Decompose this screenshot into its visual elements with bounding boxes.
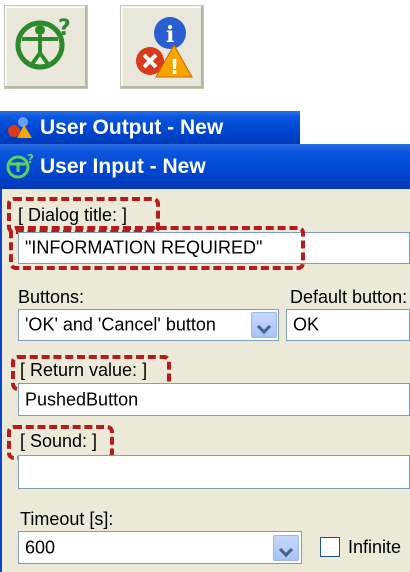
svg-text:?: ? bbox=[27, 152, 34, 166]
buttons-dropdown-button[interactable] bbox=[251, 312, 277, 338]
user-output-small-icon bbox=[8, 117, 32, 138]
user-input-tool-button[interactable]: ? bbox=[4, 5, 88, 89]
buttons-select-value: 'OK' and 'Cancel' button bbox=[25, 314, 216, 335]
default-button-value: OK bbox=[293, 314, 320, 335]
user-output-title: User Output - New bbox=[40, 115, 224, 139]
user-output-titlebar[interactable]: User Output - New bbox=[0, 111, 300, 144]
user-input-titlebar[interactable]: ? User Input - New bbox=[0, 144, 410, 189]
svg-text:i: i bbox=[166, 22, 174, 48]
svg-text:!: ! bbox=[170, 55, 179, 79]
user-input-small-icon: ? bbox=[6, 152, 34, 179]
timeout-select[interactable]: 600 bbox=[18, 531, 302, 564]
return-value-input[interactable]: PushedButton bbox=[18, 383, 410, 416]
return-value-value: PushedButton bbox=[25, 389, 139, 409]
sound-input[interactable] bbox=[18, 455, 410, 489]
return-value-label: [ Return value: ] bbox=[20, 360, 148, 380]
buttons-label: Buttons: bbox=[18, 287, 85, 307]
dialog-title-label: [ Dialog title: ] bbox=[18, 205, 128, 225]
sound-label: [ Sound: ] bbox=[20, 431, 98, 451]
svg-text:?: ? bbox=[58, 16, 71, 41]
user-output-tool-button[interactable]: i ! bbox=[120, 5, 204, 89]
timeout-value: 600 bbox=[25, 537, 56, 557]
infinite-checkbox[interactable] bbox=[320, 537, 340, 557]
default-button-label: Default button: bbox=[290, 287, 408, 307]
user-input-title: User Input - New bbox=[40, 154, 206, 178]
infinite-label[interactable]: Infinite bbox=[348, 537, 401, 558]
buttons-select[interactable]: 'OK' and 'Cancel' button bbox=[18, 309, 279, 341]
default-button-input[interactable]: OK bbox=[286, 309, 410, 341]
timeout-label: Timeout [s]: bbox=[20, 509, 114, 529]
user-output-info-warning-icon: i ! bbox=[136, 17, 193, 79]
dialog-title-value-highlight bbox=[9, 226, 305, 270]
timeout-dropdown-button[interactable] bbox=[273, 535, 299, 561]
user-input-help-icon: ? bbox=[15, 16, 71, 70]
